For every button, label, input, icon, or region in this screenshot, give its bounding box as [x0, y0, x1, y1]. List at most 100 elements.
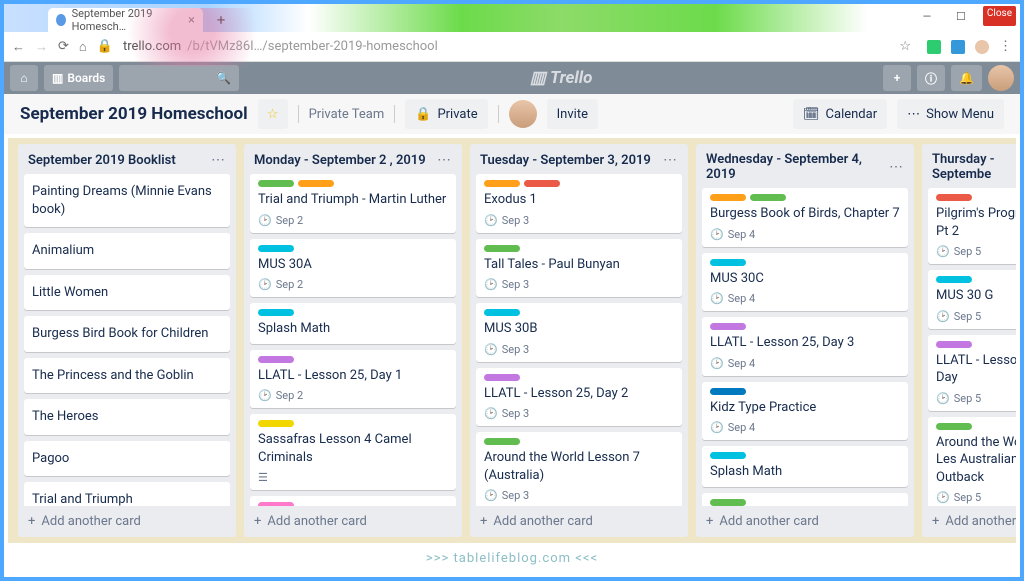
bookmark-star-icon[interactable]: ☆ — [899, 39, 911, 54]
label-green[interactable] — [710, 499, 746, 506]
nav-back-icon[interactable]: ← — [12, 39, 25, 55]
board-title[interactable]: September 2019 Homeschool — [20, 104, 248, 124]
card[interactable]: Pagoo — [24, 441, 230, 477]
list-menu-icon[interactable]: ⋯ — [663, 152, 678, 168]
add-card-button[interactable]: + Add another card — [244, 506, 462, 537]
label-purple[interactable] — [258, 356, 294, 363]
list-title[interactable]: Tuesday - September 3, 2019 — [480, 153, 651, 168]
boards-button[interactable]: ▥ Boards — [44, 65, 113, 91]
label-green[interactable] — [258, 180, 294, 187]
card[interactable]: MUS 30B🕑Sep 3 — [476, 303, 682, 362]
list-menu-icon[interactable]: ⋯ — [437, 152, 452, 168]
add-card-button[interactable]: + Add another card — [696, 506, 914, 537]
card[interactable]: MUS 30A🕑Sep 2 — [250, 239, 456, 298]
card[interactable]: Splash Math — [250, 303, 456, 344]
label-cyan[interactable] — [484, 309, 520, 316]
star-board-button[interactable]: ☆ — [258, 99, 288, 129]
list-title[interactable]: September 2019 Booklist — [28, 153, 176, 168]
label-orange[interactable] — [710, 194, 746, 201]
window-maximize-button[interactable]: ☐ — [949, 6, 973, 26]
extension-icon[interactable] — [927, 40, 941, 54]
card[interactable]: Kidz Type Practice🕑Sep 4 — [702, 382, 908, 441]
label-orange[interactable] — [298, 180, 334, 187]
create-button[interactable]: + — [883, 65, 911, 91]
card[interactable]: Our Island Story - Ch 62 — [702, 493, 908, 506]
label-blue[interactable] — [710, 388, 746, 395]
label-green[interactable] — [936, 423, 972, 430]
label-red[interactable] — [524, 180, 560, 187]
board-canvas[interactable]: September 2019 Booklist ⋯ Painting Dreams … — [8, 138, 1016, 543]
nav-home-icon[interactable]: ⌂ — [79, 39, 87, 55]
trello-logo[interactable]: ▥ Trello — [245, 68, 877, 88]
label-cyan[interactable] — [258, 245, 294, 252]
card[interactable]: Burgess Bird Book for Children — [24, 316, 230, 352]
invite-button[interactable]: Invite — [547, 99, 598, 129]
label-purple[interactable] — [484, 374, 520, 381]
add-card-button[interactable]: + Add another card — [922, 506, 1016, 537]
tab-close-icon[interactable]: × — [188, 13, 195, 28]
url-field[interactable]: trello.com/b/tVMz86I…/september-2019-hom… — [123, 39, 889, 54]
search-input[interactable]: 🔍 — [119, 65, 239, 91]
label-cyan[interactable] — [936, 276, 972, 283]
list-title[interactable]: Wednesday - September 4, 2019 — [706, 152, 889, 182]
label-cyan[interactable] — [258, 309, 294, 316]
list-menu-icon[interactable]: ⋯ — [889, 159, 904, 175]
add-card-button[interactable]: + Add another card — [18, 506, 236, 537]
browser-tab[interactable]: September 2019 Homesch… × — [48, 8, 203, 32]
label-purple[interactable] — [710, 323, 746, 330]
list-title[interactable]: Monday - September 2 , 2019 — [254, 153, 426, 168]
nav-forward-icon[interactable]: → — [35, 39, 48, 55]
list-menu-icon[interactable]: ⋯ — [211, 152, 226, 168]
card[interactable]: MUS 30C🕑Sep 4 — [702, 253, 908, 312]
info-button[interactable]: ⓘ — [917, 65, 945, 91]
card[interactable]: Animalium — [24, 233, 230, 269]
notifications-button[interactable]: 🔔 — [951, 65, 982, 91]
card[interactable]: Burgess Book of Birds, Chapter 7🕑Sep 4 — [702, 188, 908, 247]
extension-icon[interactable] — [951, 40, 965, 54]
browser-menu-icon[interactable]: ⋮ — [999, 39, 1012, 54]
show-menu-button[interactable]: ⋯ Show Menu — [897, 99, 1004, 129]
card[interactable]: Pilgrim's Progress, Pt 2🕑Sep 5 — [928, 188, 1016, 264]
card[interactable]: Sassafras Lesson 4 Camel Criminals☰ — [250, 414, 456, 490]
label-green[interactable] — [750, 194, 786, 201]
card[interactable]: The Heroes — [24, 399, 230, 435]
new-tab-button[interactable]: + — [210, 10, 232, 30]
user-avatar[interactable] — [988, 65, 1014, 91]
label-red[interactable] — [936, 194, 972, 201]
card[interactable]: LLATL - Lesson 25, Day 2🕑Sep 3 — [476, 368, 682, 427]
card[interactable]: Exodus 1🕑Sep 3 — [476, 174, 682, 233]
label-green[interactable] — [484, 245, 520, 252]
card[interactable]: Splash Math — [702, 446, 908, 487]
card[interactable]: Around the World Les Australian Outback🕑… — [928, 417, 1016, 506]
card[interactable]: LLATL - Lesson 25, Day 1🕑Sep 2 — [250, 350, 456, 409]
card[interactable]: Tall Tales - Paul Bunyan🕑Sep 3 — [476, 239, 682, 298]
team-label[interactable]: Private Team — [309, 107, 385, 122]
window-close-button[interactable]: Close — [983, 6, 1016, 26]
card[interactable]: Painting Dreams (Minnie Evans book) — [24, 174, 230, 227]
label-cyan[interactable] — [710, 259, 746, 266]
card[interactable]: Little Women — [24, 275, 230, 311]
lock-icon[interactable]: 🔒 — [97, 39, 113, 54]
label-purple[interactable] — [936, 341, 972, 348]
card[interactable]: The Princess and the Goblin — [24, 358, 230, 394]
card[interactable]: Music - Folk Song — [250, 496, 456, 506]
label-green[interactable] — [484, 438, 520, 445]
label-orange[interactable] — [484, 180, 520, 187]
profile-avatar-icon[interactable] — [975, 40, 989, 54]
member-avatar[interactable] — [509, 100, 537, 128]
label-yellow[interactable] — [258, 420, 294, 427]
card[interactable]: Around the World Lesson 7 (Australia)🕑Se… — [476, 432, 682, 506]
label-cyan[interactable] — [710, 452, 746, 459]
list-title[interactable]: Thursday - Septembe — [932, 152, 1016, 182]
window-minimize-button[interactable]: — — [915, 6, 939, 26]
card[interactable]: LLATL - Lesson 25, Day 3🕑Sep 4 — [702, 317, 908, 376]
card[interactable]: MUS 30 G🕑Sep 5 — [928, 270, 1016, 329]
add-card-button[interactable]: + Add another card — [470, 506, 688, 537]
home-button[interactable]: ⌂ — [10, 65, 38, 91]
nav-reload-icon[interactable]: ⟳ — [58, 39, 69, 54]
card[interactable]: Trial and Triumph — [24, 482, 230, 506]
card[interactable]: Trial and Triumph - Martin Luther🕑Sep 2 — [250, 174, 456, 233]
calendar-button[interactable]: 🗓 Calendar — [793, 99, 887, 129]
card[interactable]: LLATL - Lesson 25, Day🕑Sep 5 — [928, 335, 1016, 411]
privacy-button[interactable]: 🔒 Private — [405, 99, 487, 129]
